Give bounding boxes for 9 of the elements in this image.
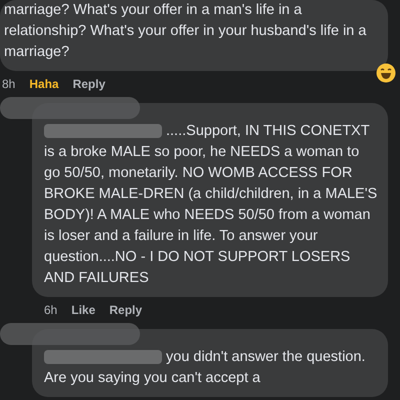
comment-action-link[interactable]: Reply bbox=[72, 75, 106, 93]
comment-text: marriage? What's your offer in a man's life in a relationship? What's your offer in your husband's life in a marriage? bbox=[4, 1, 368, 62]
comment-time: 6h bbox=[44, 302, 58, 319]
comment-text: .....Support, IN THIS CONETXT is a broke MALE so poor, he NEEDS a woman to go 50/50, monetarily. NO WOMB ACCESS FOR BROKE MALE-DREN (a child/children, in a MALE'S BODY)! A MALE who NEEDS 50/50 from a woman is loser and a failure in life. To answer your question....NO - I DO NOT SUPPORT LOSERS AND FAILURES bbox=[44, 122, 378, 288]
comment-action-link[interactable]: Like bbox=[71, 301, 96, 319]
comment-text: you didn't answer the question. Are you saying you can't accept a bbox=[44, 348, 366, 388]
comment-action-link[interactable]: Haha bbox=[29, 75, 59, 93]
comment-time: 8h bbox=[2, 76, 16, 93]
comment-action-link[interactable]: Reply bbox=[109, 301, 142, 319]
